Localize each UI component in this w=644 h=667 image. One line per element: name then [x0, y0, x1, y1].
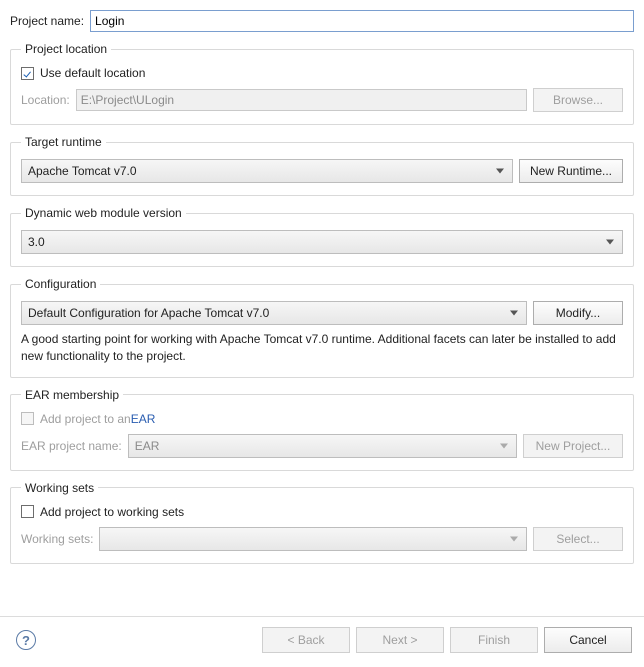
location-input [76, 89, 527, 111]
use-default-location-label: Use default location [40, 66, 145, 80]
dynamic-web-row: 3.0 [21, 230, 623, 254]
ear-project-name-select: EAR [128, 434, 517, 458]
help-icon[interactable]: ? [16, 630, 36, 650]
add-to-ear-link[interactable]: EAR [131, 412, 156, 426]
finish-button: Finish [450, 627, 538, 653]
use-default-location-row: Use default location [21, 66, 623, 80]
configuration-group: Configuration Default Configuration for … [10, 277, 634, 378]
browse-button: Browse... [533, 88, 623, 112]
cancel-button[interactable]: Cancel [544, 627, 632, 653]
project-name-row: Project name: [10, 10, 634, 32]
target-runtime-select[interactable]: Apache Tomcat v7.0 [21, 159, 513, 183]
project-name-label: Project name: [10, 14, 84, 28]
dialog-body: Project name: Project location Use defau… [0, 0, 644, 564]
configuration-description: A good starting point for working with A… [21, 331, 623, 365]
configuration-row: Default Configuration for Apache Tomcat … [21, 301, 623, 325]
target-runtime-row: Apache Tomcat v7.0 New Runtime... [21, 159, 623, 183]
next-button: Next > [356, 627, 444, 653]
working-sets-row: Working sets: Select... [21, 527, 623, 551]
add-to-working-sets-label: Add project to working sets [40, 505, 184, 519]
target-runtime-legend: Target runtime [21, 135, 106, 149]
project-location-group: Project location Use default location Lo… [10, 42, 634, 125]
dynamic-web-select[interactable]: 3.0 [21, 230, 623, 254]
working-sets-select [99, 527, 527, 551]
configuration-legend: Configuration [21, 277, 100, 291]
back-button: < Back [262, 627, 350, 653]
location-row: Location: Browse... [21, 88, 623, 112]
dynamic-web-group: Dynamic web module version 3.0 [10, 206, 634, 267]
new-project-button: New Project... [523, 434, 623, 458]
working-sets-legend: Working sets [21, 481, 98, 495]
add-to-ear-row: Add project to an EAR [21, 412, 623, 426]
project-location-legend: Project location [21, 42, 111, 56]
ear-membership-legend: EAR membership [21, 388, 123, 402]
configuration-select[interactable]: Default Configuration for Apache Tomcat … [21, 301, 527, 325]
ear-membership-group: EAR membership Add project to an EAR EAR… [10, 388, 634, 471]
target-runtime-group: Target runtime Apache Tomcat v7.0 New Ru… [10, 135, 634, 196]
location-label: Location: [21, 93, 70, 107]
working-sets-label: Working sets: [21, 532, 93, 546]
dynamic-web-legend: Dynamic web module version [21, 206, 186, 220]
project-name-input[interactable] [90, 10, 634, 32]
use-default-location-checkbox[interactable] [21, 67, 34, 80]
add-to-ear-checkbox[interactable] [21, 412, 34, 425]
configuration-value: Default Configuration for Apache Tomcat … [28, 306, 269, 320]
dialog-footer: ? < Back Next > Finish Cancel [0, 616, 644, 667]
ear-project-name-value: EAR [135, 439, 160, 453]
ear-project-name-row: EAR project name: EAR New Project... [21, 434, 623, 458]
ear-project-name-label: EAR project name: [21, 439, 122, 453]
dialog: Project name: Project location Use defau… [0, 0, 644, 667]
select-working-sets-button: Select... [533, 527, 623, 551]
new-runtime-button[interactable]: New Runtime... [519, 159, 623, 183]
modify-button[interactable]: Modify... [533, 301, 623, 325]
add-to-working-sets-row: Add project to working sets [21, 505, 623, 519]
dynamic-web-value: 3.0 [28, 235, 45, 249]
working-sets-group: Working sets Add project to working sets… [10, 481, 634, 564]
add-to-working-sets-checkbox[interactable] [21, 505, 34, 518]
target-runtime-value: Apache Tomcat v7.0 [28, 164, 137, 178]
add-to-ear-label-prefix: Add project to an [40, 412, 131, 426]
